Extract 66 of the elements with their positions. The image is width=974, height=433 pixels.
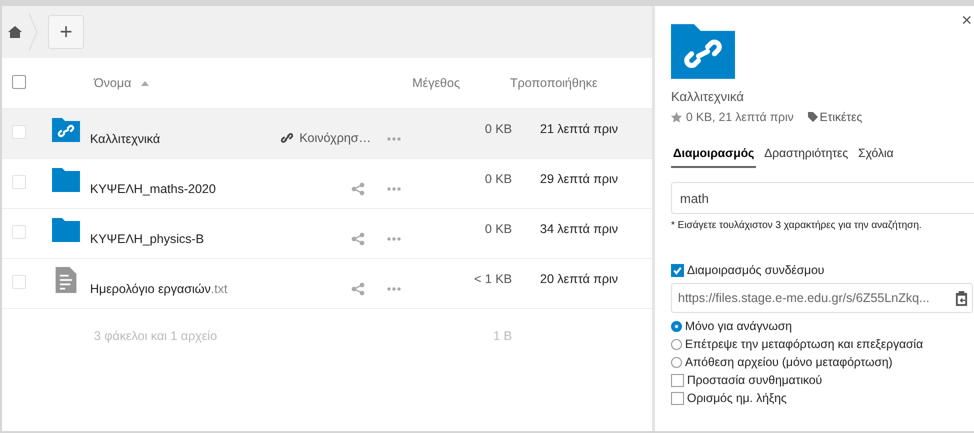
option-label: Απόθεση αρχείου (μόνο μεταφόρτωση) [685, 355, 893, 369]
share-icon[interactable] [351, 282, 365, 296]
shared-link-button[interactable]: Κοινόχρησ… [281, 130, 371, 144]
clipboard-icon[interactable] [955, 290, 968, 306]
file-row[interactable]: Ημερολόγιο εργασιών.txt < 1 KB 20 λεπτά πριν [2, 259, 652, 309]
option-label: Προστασία συνθηματικού [687, 373, 822, 387]
close-button[interactable]: × [959, 10, 974, 31]
row-checkbox[interactable] [12, 125, 26, 139]
modified-time: 34 λεπτά πριν [540, 222, 618, 236]
modified-time: 29 λεπτά πριν [540, 172, 618, 186]
checkbox[interactable] [671, 374, 684, 386]
tag-icon [808, 112, 818, 122]
option-label: Μόνο για ανάγνωση [685, 319, 792, 333]
radio-button[interactable] [671, 320, 682, 332]
file-name[interactable]: ΚΥΨΕΛΗ_physics-B [90, 232, 204, 246]
checkbox[interactable] [671, 264, 684, 276]
total-size: 1 B [493, 329, 512, 343]
share-search-field[interactable]: math [671, 182, 974, 214]
row-checkbox[interactable] [12, 275, 26, 289]
file-size: 0 KB [484, 122, 512, 136]
home-icon[interactable] [8, 26, 22, 38]
file-row[interactable]: Καλλιτεχνικά Κοινόχρησ… 0 KB 21 λεπτά πριν [2, 109, 652, 159]
share-icon[interactable] [351, 182, 365, 196]
tab[interactable]: Δραστηριότητες [762, 146, 850, 168]
modified-column-header[interactable]: Τροποποιήθηκε [510, 76, 598, 90]
link-icon [281, 132, 294, 144]
more-options-icon[interactable] [386, 186, 400, 190]
size-column-header[interactable]: Μέγεθος [412, 76, 460, 90]
row-checkbox[interactable] [12, 175, 26, 189]
file-size: 0 KB [484, 222, 512, 236]
link-folder-icon [52, 116, 80, 142]
file-row[interactable]: ΚΥΨΕΛΗ_maths-2020 0 KB 29 λεπτά πριν [2, 159, 652, 209]
search-hint: * Εισάγετε τουλάχιστον 3 χαρακτήρες για την αναζήτηση. [671, 220, 923, 231]
file-size: < 1 KB [474, 272, 512, 286]
more-options-icon[interactable] [386, 286, 400, 290]
radio-button[interactable] [671, 356, 682, 368]
share-icon[interactable] [351, 232, 365, 246]
radio-button[interactable] [671, 338, 682, 350]
add-button[interactable]: + [48, 15, 84, 49]
tab[interactable]: Σχόλια [856, 146, 896, 168]
summary-text: 3 φάκελοι και 1 αρχείο [94, 329, 218, 343]
tab[interactable]: Διαμοιρασμός [671, 146, 756, 168]
folder-icon [52, 166, 80, 192]
star-icon[interactable] [671, 112, 682, 122]
link-folder-icon [671, 24, 735, 79]
checkbox[interactable] [671, 392, 684, 404]
option-label: Επέτρεψε την μεταφόρτωση και επεξεργασία [685, 337, 924, 351]
more-options-icon[interactable] [386, 236, 400, 240]
file-name[interactable]: ΚΥΨΕΛΗ_maths-2020 [90, 182, 216, 196]
select-all-checkbox[interactable] [12, 74, 26, 88]
option-label: Ορισμός ημ. λήξης [687, 391, 787, 405]
file-row[interactable]: ΚΥΨΕΛΗ_physics-B 0 KB 34 λεπτά πριν [2, 209, 652, 259]
file-name[interactable]: Ημερολόγιο εργασιών.txt [90, 282, 228, 296]
folder-name: Καλλιτεχνικά [671, 89, 745, 104]
modified-time: 21 λεπτά πριν [540, 122, 618, 136]
file-name[interactable]: Καλλιτεχνικά [90, 132, 160, 146]
modified-time: 20 λεπτά πριν [540, 272, 618, 286]
tags-button[interactable]: Ετικέτες [808, 110, 862, 124]
link-share-label: Διαμοιρασμός συνδέσμου [687, 263, 824, 277]
more-options-icon[interactable] [386, 136, 400, 140]
size-and-time: 0 KB, 21 λεπτά πριν [686, 110, 794, 124]
link-url-field[interactable]: https://files.stage.e-me.edu.gr/s/6Z55LnZkq... [671, 283, 973, 313]
name-column-header[interactable]: Όνομα [94, 76, 132, 90]
row-checkbox[interactable] [12, 225, 26, 239]
file-size: 0 KB [484, 172, 512, 186]
folder-icon [52, 216, 80, 242]
